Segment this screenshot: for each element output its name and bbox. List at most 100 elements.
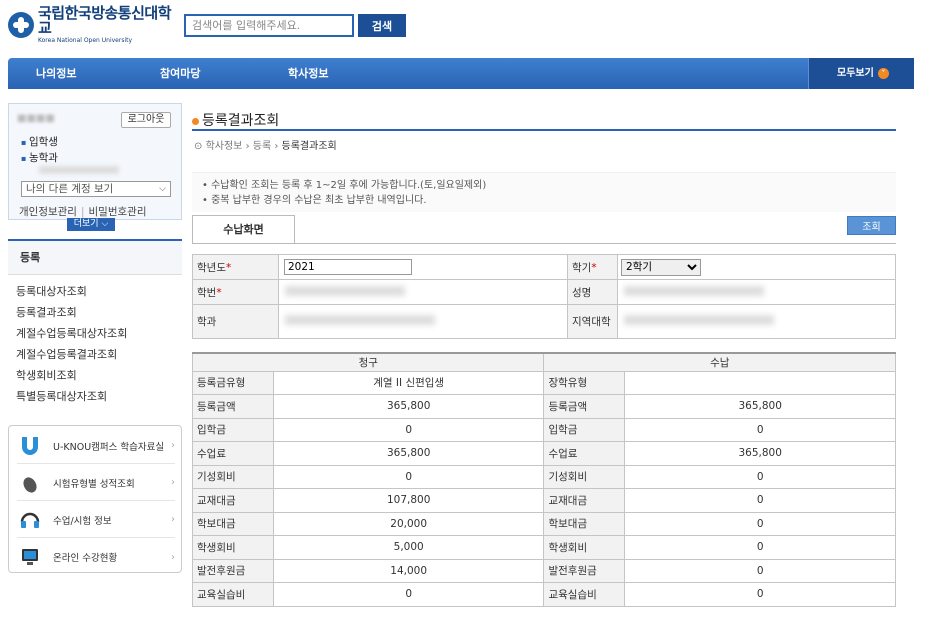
side-menu-heading: 등록 xyxy=(8,241,182,275)
fee-billed-value: 20,000 xyxy=(272,511,545,536)
notice-text: 수납확인 조회는 등록 후 1~2일 후에 가능합니다.(토,일요일제외) xyxy=(211,180,487,191)
paid-header: 수납 xyxy=(543,352,896,372)
quick-exam-grades-label: 시험유형별 성적조회 xyxy=(53,478,135,490)
tab-payment[interactable]: 수납화면 xyxy=(192,215,295,243)
view-all-button[interactable]: 모두보기 ˅ xyxy=(808,58,914,89)
fee-billed-value: 계열 II 신편입생 xyxy=(272,370,545,395)
search-input[interactable] xyxy=(184,14,354,37)
dept-value-blurred xyxy=(278,304,568,339)
side-item-student-fee[interactable]: 학생회비조회 xyxy=(8,365,182,386)
fee-row: 등록금유형 계열 II 신편입생 장학유형 xyxy=(192,370,896,395)
fee-paid-value: 0 xyxy=(624,582,896,607)
ucampus-icon xyxy=(17,435,43,457)
side-item-registration-result[interactable]: 등록결과조회 xyxy=(8,302,182,323)
fee-label: 수업료 xyxy=(192,441,274,466)
fee-billed-value: 0 xyxy=(272,582,545,607)
search-button[interactable]: 검색 xyxy=(358,14,406,37)
quick-online-courses[interactable]: 온라인 수강현황 › xyxy=(17,539,175,575)
password-link[interactable]: 비밀번호관리 xyxy=(89,206,147,218)
fee-row: 기성회비 0 기성회비 0 xyxy=(192,464,896,489)
side-item-registration-target[interactable]: 등록대상자조회 xyxy=(8,281,182,302)
fee-row: 입학금 0 입학금 0 xyxy=(192,417,896,442)
more-button[interactable]: 더보기 ⌵ xyxy=(67,218,115,231)
nav-my-info[interactable]: 나의정보 xyxy=(36,58,76,89)
semester-select[interactable]: 2학기 xyxy=(621,258,701,276)
chevron-down-icon: ˅ xyxy=(877,67,889,79)
chevron-right-icon: › xyxy=(171,551,175,563)
fee-row: 교재대금 107,800 교재대금 0 xyxy=(192,488,896,513)
breadcrumb: ⊙ 학사정보 › 등록 › 등록결과조회 xyxy=(194,141,337,152)
fee-label: 발전후원금 xyxy=(192,558,274,583)
breadcrumb-item[interactable]: 학사정보 xyxy=(206,141,243,152)
view-all-label: 모두보기 xyxy=(837,68,874,79)
logo-english-text: Korea National Open University xyxy=(38,37,133,44)
breadcrumb-current: 등록결과조회 xyxy=(281,141,337,152)
year-label: 학년도* xyxy=(192,254,279,280)
fee-row: 수업료 365,800 수업료 365,800 xyxy=(192,441,896,466)
fee-billed-value: 0 xyxy=(272,464,545,489)
quick-ucampus[interactable]: U-KNOU캠퍼스 학습자료실 › xyxy=(17,428,175,464)
other-account-select[interactable]: 나의 다른 계정 보기 ⌵ xyxy=(21,181,171,197)
fee-label: 교육실습비 xyxy=(543,582,626,607)
university-logo[interactable]: 국립한국방송통신대학교 Korea National Open Universi… xyxy=(8,6,173,44)
logout-button[interactable]: 로그아웃 xyxy=(121,112,171,128)
quick-online-courses-label: 온라인 수강현황 xyxy=(53,553,118,564)
user-name-blurred: ■■■■ xyxy=(17,113,55,124)
region-value-blurred xyxy=(617,304,896,339)
semester-label: 학기* xyxy=(567,254,618,280)
name-value-blurred xyxy=(617,279,896,305)
monitor-icon xyxy=(17,546,43,568)
mouse-icon xyxy=(17,472,43,494)
breadcrumb-item[interactable]: 등록 xyxy=(253,141,271,152)
fee-table: 청구 수납 등록금유형 계열 II 신편입생 장학유형 등록금액 365,800 등록금액… xyxy=(191,352,896,607)
billed-header: 청구 xyxy=(191,352,545,372)
user-department: 농학과 xyxy=(21,150,58,165)
chevron-down-icon: ⌵ xyxy=(159,184,166,194)
fee-label: 입학금 xyxy=(192,417,274,442)
quick-exam-grades[interactable]: 시험유형별 성적조회 › xyxy=(17,465,175,501)
headset-icon xyxy=(17,509,43,531)
fee-label: 교재대금 xyxy=(543,488,626,513)
region-label: 지역대학 xyxy=(567,304,618,339)
fee-paid-value: 0 xyxy=(624,417,896,442)
fee-label: 기성회비 xyxy=(543,464,626,489)
fee-billed-value: 365,800 xyxy=(272,441,545,466)
query-button[interactable]: 조회 xyxy=(847,216,896,235)
chevron-right-icon: › xyxy=(171,514,175,525)
fee-paid-value: 0 xyxy=(624,511,896,536)
title-divider xyxy=(192,129,896,131)
chevron-right-icon: › xyxy=(171,440,175,451)
quick-links: U-KNOU캠퍼스 학습자료실 › 시험유형별 성적조회 › 수업/시험 정보 … xyxy=(8,425,182,573)
student-id-label: 학번* xyxy=(192,279,279,305)
year-input[interactable] xyxy=(284,259,412,275)
fee-label: 학보대금 xyxy=(543,511,626,536)
side-item-special-target[interactable]: 특별등록대상자조회 xyxy=(8,386,182,407)
fee-paid-value: 0 xyxy=(624,535,896,560)
side-item-seasonal-target[interactable]: 계절수업등록대상자조회 xyxy=(8,323,182,344)
fee-label: 기성회비 xyxy=(192,464,274,489)
fee-label: 학생회비 xyxy=(192,535,274,560)
fee-billed-value: 14,000 xyxy=(272,558,545,583)
fee-label: 학보대금 xyxy=(192,511,274,536)
fee-label: 교재대금 xyxy=(192,488,274,513)
user-links: 개인정보관리 | 비밀번호관리 xyxy=(19,206,147,218)
profile-link[interactable]: 개인정보관리 xyxy=(19,206,77,218)
fee-row: 등록금액 365,800 등록금액 365,800 xyxy=(192,394,896,419)
fee-row: 발전후원금 14,000 발전후원금 0 xyxy=(192,558,896,583)
fee-label: 입학금 xyxy=(543,417,626,442)
name-label: 성명 xyxy=(567,279,618,305)
user-id-blurred xyxy=(39,166,119,174)
quick-class-exam-info[interactable]: 수업/시험 정보 › xyxy=(17,502,175,538)
fee-paid-value: 0 xyxy=(624,558,896,583)
quick-class-exam-info-label: 수업/시험 정보 xyxy=(53,515,112,527)
fee-label: 등록금액 xyxy=(543,394,626,419)
fee-billed-value: 5,000 xyxy=(272,535,545,560)
fee-billed-value: 365,800 xyxy=(272,394,545,419)
nav-academic-info[interactable]: 학사정보 xyxy=(288,58,328,89)
chevron-right-icon: › xyxy=(171,477,175,488)
nav-participation[interactable]: 참여마당 xyxy=(160,58,200,89)
home-icon: ⊙ xyxy=(194,141,203,152)
side-item-seasonal-result[interactable]: 계절수업등록결과조회 xyxy=(8,344,182,365)
fee-label: 등록금유형 xyxy=(192,370,274,395)
fee-label: 학생회비 xyxy=(543,535,626,560)
